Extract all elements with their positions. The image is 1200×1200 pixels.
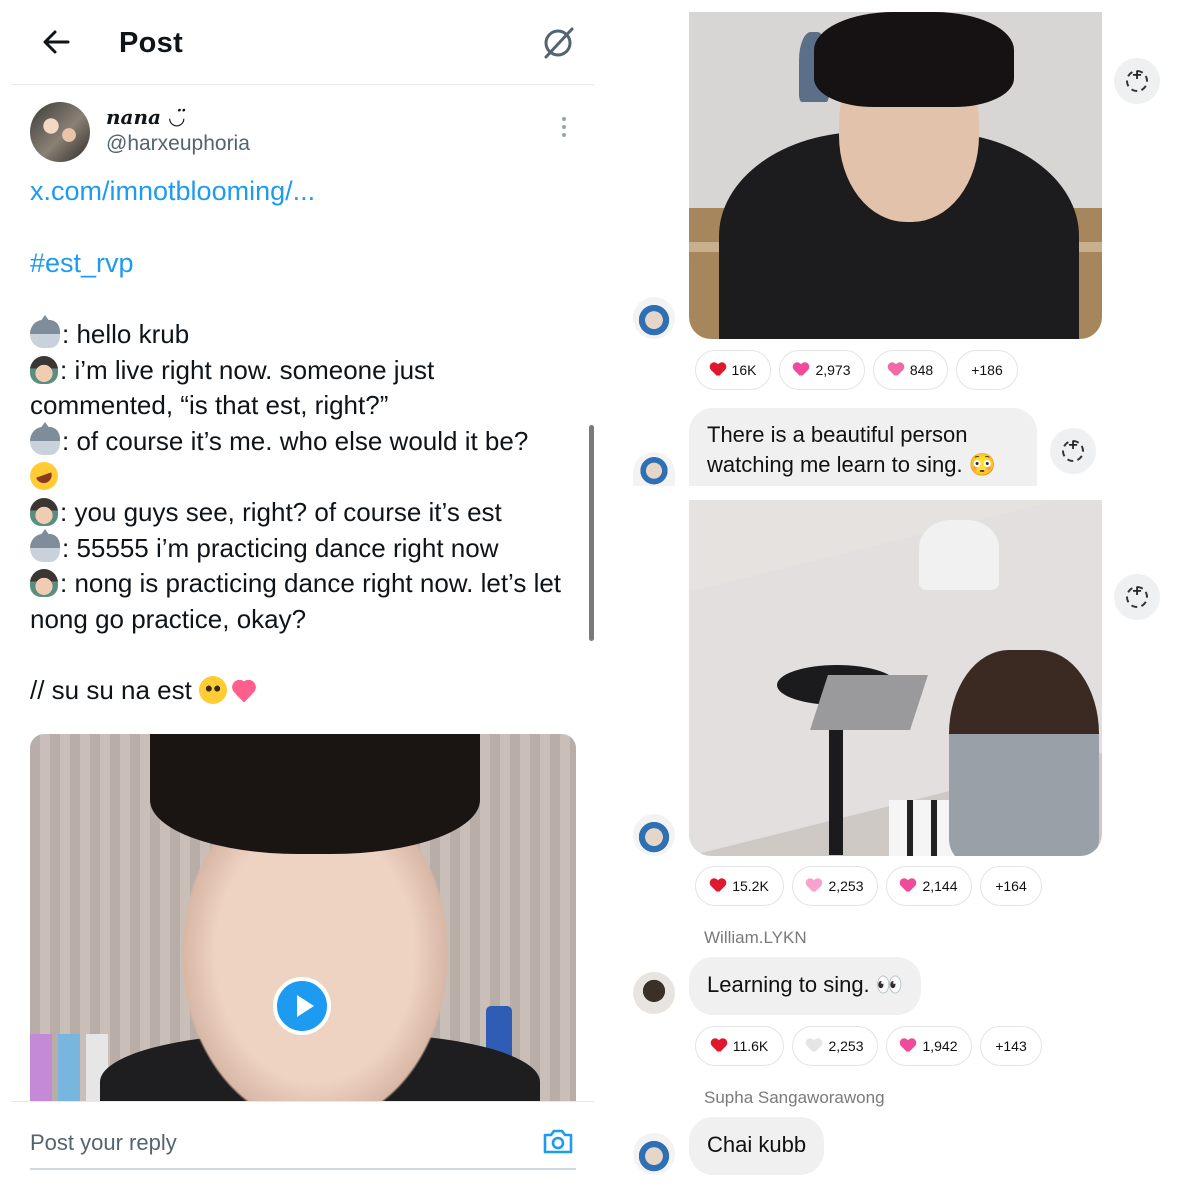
message-bubble[interactable]: Learning to sing. 👀 xyxy=(689,957,922,1015)
add-reaction-icon[interactable]: + xyxy=(1114,58,1160,104)
reaction-chip[interactable]: 2,973 xyxy=(779,350,865,390)
post-line: : i’m live right now. someone just comme… xyxy=(30,354,435,421)
play-icon[interactable] xyxy=(273,977,331,1035)
post-line: : nong is practicing dance right now. le… xyxy=(30,568,562,634)
post-pane: Post nana ◡̈ @harxeuphoria x.com/imnotbl… xyxy=(0,0,600,1200)
reaction-chip[interactable]: 16K xyxy=(695,350,771,390)
post-line: : of course it’s me. who else would it b… xyxy=(30,421,575,460)
heart-icon xyxy=(710,363,726,377)
author-display-name[interactable]: nana ◡̈ xyxy=(106,105,185,129)
post-text: : hello krub : i’m live right now. someo… xyxy=(26,315,575,709)
man-emoji-icon xyxy=(30,497,58,526)
hair-image xyxy=(150,734,480,854)
scrollbar-thumb[interactable] xyxy=(589,425,594,641)
reaction-chip[interactable]: 15.2K xyxy=(695,866,784,906)
mirror-person xyxy=(919,520,999,590)
author-name: William.LYKN xyxy=(704,928,807,947)
rofl-emoji-icon xyxy=(26,458,62,495)
hair-image xyxy=(814,12,1014,107)
reaction-chip[interactable]: 1,942 xyxy=(886,1026,972,1066)
heart-icon xyxy=(710,879,726,893)
selfie-photo[interactable] xyxy=(689,12,1102,339)
avatar[interactable] xyxy=(633,814,675,856)
heart-icon xyxy=(900,1039,916,1053)
heart-icon xyxy=(888,363,904,377)
man-emoji-icon xyxy=(30,569,58,598)
laptop-image xyxy=(810,675,928,730)
post-line: : hello krub xyxy=(30,315,575,353)
reaction-chip[interactable]: 2,253 xyxy=(792,1026,878,1066)
more-options-icon[interactable] xyxy=(556,114,572,140)
message-bubble[interactable]: Chai kubb xyxy=(689,1117,825,1175)
heart-icon xyxy=(806,1039,822,1053)
add-reaction-icon[interactable]: + xyxy=(1050,428,1096,474)
reply-divider xyxy=(30,1168,576,1170)
avatar[interactable] xyxy=(633,297,675,339)
back-arrow-icon[interactable] xyxy=(38,24,74,60)
reaction-more-chip[interactable]: +164 xyxy=(980,866,1042,906)
shark-emoji-icon xyxy=(30,315,60,348)
post-header: Post xyxy=(12,0,594,85)
post-link[interactable]: x.com/imnotblooming/... xyxy=(30,176,315,207)
man-emoji-icon xyxy=(30,355,58,384)
author-avatar[interactable] xyxy=(30,102,90,162)
grok-icon[interactable] xyxy=(540,25,576,61)
post-line: : you guys see, right? of course it’s es… xyxy=(30,495,575,531)
add-reaction-icon[interactable]: + xyxy=(1114,574,1160,620)
message-bubble[interactable]: There is a beautiful person watching me … xyxy=(689,408,1037,486)
heart-icon xyxy=(900,879,916,893)
author-name: Supha Sangaworawong xyxy=(704,1088,885,1107)
reaction-chip[interactable]: 2,253 xyxy=(792,866,878,906)
reaction-more-chip[interactable]: +143 xyxy=(980,1026,1042,1066)
heart-arrow-emoji-icon xyxy=(229,675,260,704)
camera-icon[interactable] xyxy=(542,1126,574,1156)
post-signoff: // su su na est xyxy=(30,673,575,709)
post-line xyxy=(26,458,575,495)
avatar[interactable] xyxy=(633,1133,675,1175)
reaction-chip[interactable]: 11.6K xyxy=(695,1026,784,1066)
heart-icon xyxy=(793,363,809,377)
reaction-chip[interactable]: 848 xyxy=(873,350,948,390)
heart-icon xyxy=(711,1039,727,1053)
reply-input[interactable] xyxy=(30,1126,520,1160)
heart-icon xyxy=(806,879,822,893)
post-hashtag[interactable]: #est_rvp xyxy=(30,248,134,279)
pleading-face-emoji-icon xyxy=(199,675,228,704)
page-title: Post xyxy=(119,27,184,59)
author-handle[interactable]: @harxeuphoria xyxy=(106,132,250,156)
avatar[interactable] xyxy=(633,972,675,1014)
reaction-chip[interactable]: 2,144 xyxy=(886,866,972,906)
story-pane: + 16K 2,973 848 +186 There is a beautifu… xyxy=(600,0,1200,1200)
studio-photo[interactable] xyxy=(689,500,1102,856)
avatar[interactable] xyxy=(633,452,675,486)
post-line: : 55555 i’m practicing dance right now xyxy=(30,528,575,567)
shark-emoji-icon xyxy=(30,421,60,455)
shark-emoji-icon xyxy=(30,528,60,562)
video-thumbnail[interactable] xyxy=(30,734,576,1102)
reaction-more-chip[interactable]: +186 xyxy=(956,350,1018,390)
girl-image xyxy=(949,650,1099,856)
reply-bar xyxy=(12,1101,594,1200)
